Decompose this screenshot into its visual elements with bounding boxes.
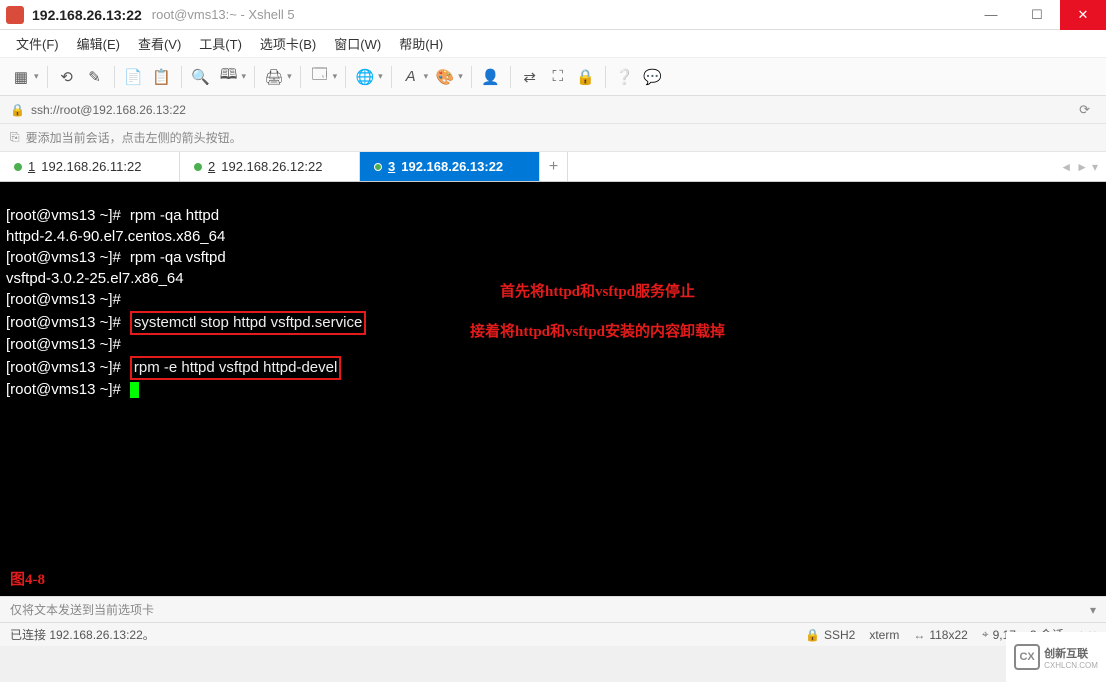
window-title-sub: root@vms13:~ - Xshell 5 — [152, 7, 295, 22]
history-icon[interactable]: 🕮 — [216, 64, 242, 90]
terminal-output: vsftpd-3.0.2-25.el7.x86_64 — [6, 270, 184, 287]
prompt: [root@vms13 ~]# — [6, 381, 121, 398]
status-size: 118x22 — [929, 628, 967, 642]
terminal-output: httpd-2.4.6-90.el7.centos.x86_64 — [6, 228, 225, 245]
hint-text: 要添加当前会话，点击左侧的箭头按钮。 — [26, 129, 242, 146]
font-icon[interactable]: A — [398, 64, 424, 90]
menu-file[interactable]: 文件(F) — [10, 32, 65, 55]
tab-label: 192.168.26.13:22 — [401, 159, 503, 174]
lock-small-icon: 🔒 — [10, 103, 25, 117]
paste-icon[interactable]: 📋 — [149, 64, 175, 90]
prompt: [root@vms13 ~]# — [6, 314, 121, 331]
minimize-button[interactable]: — — [968, 0, 1014, 30]
send-bar-text: 仅将文本发送到当前选项卡 — [10, 601, 154, 618]
tab-number: 2 — [208, 159, 215, 174]
lock-icon[interactable]: 🔒 — [573, 64, 599, 90]
status-term: xterm — [869, 628, 899, 642]
lock-status-icon: 🔒 — [805, 628, 820, 642]
user-icon[interactable]: 👤 — [478, 64, 504, 90]
status-dot-icon — [14, 163, 22, 171]
hint-bar: ⎘ 要添加当前会话，点击左侧的箭头按钮。 — [0, 124, 1106, 152]
print-icon[interactable]: 🖨 — [261, 64, 287, 90]
tab-label: 192.168.26.11:22 — [41, 159, 141, 174]
status-ssh: SSH2 — [824, 628, 855, 642]
address-url[interactable]: ssh://root@192.168.26.13:22 — [31, 103, 186, 117]
annotation-erase: 接着将httpd和vsftpd安装的内容卸载掉 — [470, 322, 725, 342]
watermark-brand: 创新互联 — [1044, 645, 1098, 661]
comment-icon[interactable]: 💬 — [640, 64, 666, 90]
status-dot-icon — [194, 163, 202, 171]
prompt: [root@vms13 ~]# — [6, 249, 121, 266]
help-icon[interactable]: ❔ — [612, 64, 638, 90]
terminal-cmd: rpm -qa vsftpd — [130, 249, 226, 266]
prompt: [root@vms13 ~]# — [6, 359, 121, 376]
copy-icon[interactable]: 📄 — [121, 64, 147, 90]
terminal[interactable]: [root@vms13 ~]# rpm -qa httpd httpd-2.4.… — [0, 182, 1106, 596]
app-icon — [6, 6, 24, 24]
color-icon[interactable]: 🎨 — [432, 64, 458, 90]
add-tab-button[interactable]: + — [540, 152, 568, 181]
window-controls: — ☐ ✕ — [968, 0, 1106, 30]
new-session-icon[interactable]: ▦ — [8, 64, 34, 90]
close-button[interactable]: ✕ — [1060, 0, 1106, 30]
menu-help[interactable]: 帮助(H) — [393, 32, 449, 55]
watermark: CX 创新互联 CXHLCN.COM — [1006, 632, 1106, 682]
position-icon: ⌖ — [982, 627, 989, 642]
menu-view[interactable]: 查看(V) — [132, 32, 187, 55]
tab-next-icon[interactable]: ► — [1076, 160, 1088, 174]
send-bar-dropdown-icon[interactable]: ▾ — [1090, 603, 1096, 617]
address-bar: 🔒 ssh://root@192.168.26.13:22 ⟳ — [0, 96, 1106, 124]
properties-icon[interactable]: 🗔 — [307, 64, 333, 90]
title-bar: 192.168.26.13:22 root@vms13:~ - Xshell 5… — [0, 0, 1106, 30]
search-icon[interactable]: 🔍 — [188, 64, 214, 90]
transfer-icon[interactable]: ⇄ — [517, 64, 543, 90]
tab-number: 1 — [28, 159, 35, 174]
watermark-sub: CXHLCN.COM — [1044, 661, 1098, 670]
tab-session-2[interactable]: 2 192.168.26.12:22 — [180, 152, 360, 181]
window-title-main: 192.168.26.13:22 — [32, 7, 142, 23]
menu-window[interactable]: 窗口(W) — [328, 32, 387, 55]
tab-number: 3 — [388, 159, 395, 174]
fullscreen-icon[interactable]: ⛶ — [545, 64, 571, 90]
send-bar[interactable]: 仅将文本发送到当前选项卡 ▾ — [0, 596, 1106, 622]
tab-session-3[interactable]: 3 192.168.26.13:22 — [360, 152, 540, 181]
menu-tabs[interactable]: 选项卡(B) — [254, 32, 322, 55]
menu-bar: 文件(F) 编辑(E) 查看(V) 工具(T) 选项卡(B) 窗口(W) 帮助(… — [0, 30, 1106, 58]
status-dot-icon — [374, 163, 382, 171]
prompt: [root@vms13 ~]# — [6, 207, 121, 224]
add-session-arrow-icon[interactable]: ⎘ — [10, 130, 20, 145]
toolbar: ▦▾ ⟲ ✎ 📄 📋 🔍 🕮▾ 🖨▾ 🗔▾ 🌐▾ A▾ 🎨▾ 👤 ⇄ ⛶ 🔒 ❔… — [0, 58, 1106, 96]
prompt: [root@vms13 ~]# — [6, 291, 121, 308]
refresh-icon[interactable]: ⟳ — [1073, 102, 1096, 118]
edit-icon[interactable]: ✎ — [82, 64, 108, 90]
globe-icon[interactable]: 🌐 — [352, 64, 378, 90]
menu-tools[interactable]: 工具(T) — [193, 32, 248, 55]
tab-prev-icon[interactable]: ◄ — [1060, 160, 1072, 174]
highlighted-cmd-erase: rpm -e httpd vsftpd httpd-devel — [130, 356, 341, 380]
terminal-cmd: rpm -qa httpd — [130, 207, 219, 224]
status-connection: 已连接 192.168.26.13:22。 — [10, 626, 155, 643]
menu-edit[interactable]: 编辑(E) — [71, 32, 126, 55]
cursor — [130, 382, 139, 398]
tab-nav: ◄ ► ▾ — [1052, 152, 1106, 181]
watermark-logo-icon: CX — [1014, 644, 1040, 670]
maximize-button[interactable]: ☐ — [1014, 0, 1060, 30]
tab-bar: 1 192.168.26.11:22 2 192.168.26.12:22 3 … — [0, 152, 1106, 182]
tab-session-1[interactable]: 1 192.168.26.11:22 — [0, 152, 180, 181]
reconnect-icon[interactable]: ⟲ — [54, 64, 80, 90]
annotation-stop: 首先将httpd和vsftpd服务停止 — [500, 282, 695, 302]
highlighted-cmd-stop: systemctl stop httpd vsftpd.service — [130, 311, 366, 335]
size-icon: ↔ — [913, 628, 925, 642]
prompt: [root@vms13 ~]# — [6, 336, 121, 353]
tab-label: 192.168.26.12:22 — [221, 159, 322, 174]
figure-label: 图4-8 — [10, 570, 45, 590]
status-bar: 已连接 192.168.26.13:22。 🔒 SSH2 xterm ↔ 118x2… — [0, 622, 1106, 646]
tab-menu-icon[interactable]: ▾ — [1092, 160, 1098, 174]
